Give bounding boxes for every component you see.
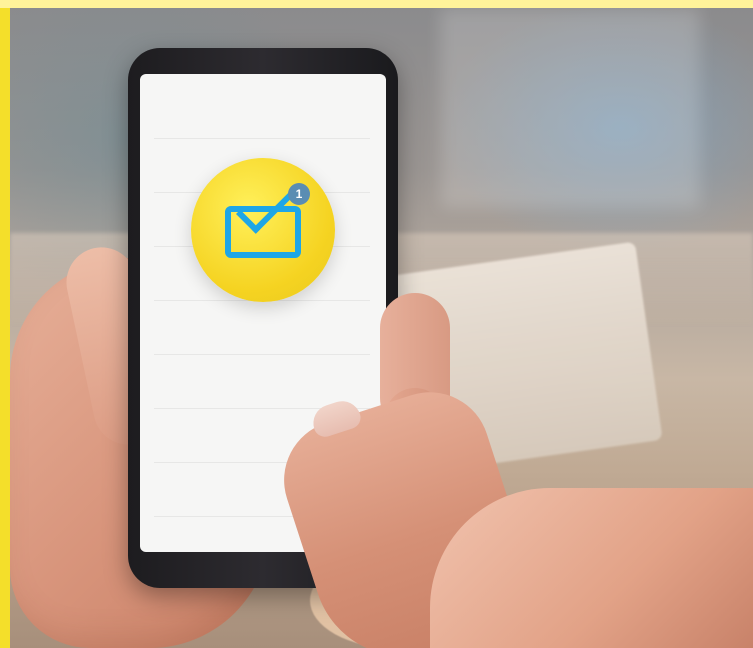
photo-frame: 1: [0, 0, 753, 648]
top-yellow-band: [0, 0, 753, 8]
email-row: [154, 300, 370, 355]
photo-scene: 1: [10, 8, 753, 648]
notification-badge: 1: [191, 158, 335, 302]
email-row: [154, 84, 370, 139]
right-hand: [430, 488, 753, 648]
envelope-icon: [225, 206, 301, 258]
left-yellow-band: [0, 8, 10, 648]
notification-count-badge: 1: [288, 183, 310, 205]
background-window-light: [440, 8, 700, 208]
